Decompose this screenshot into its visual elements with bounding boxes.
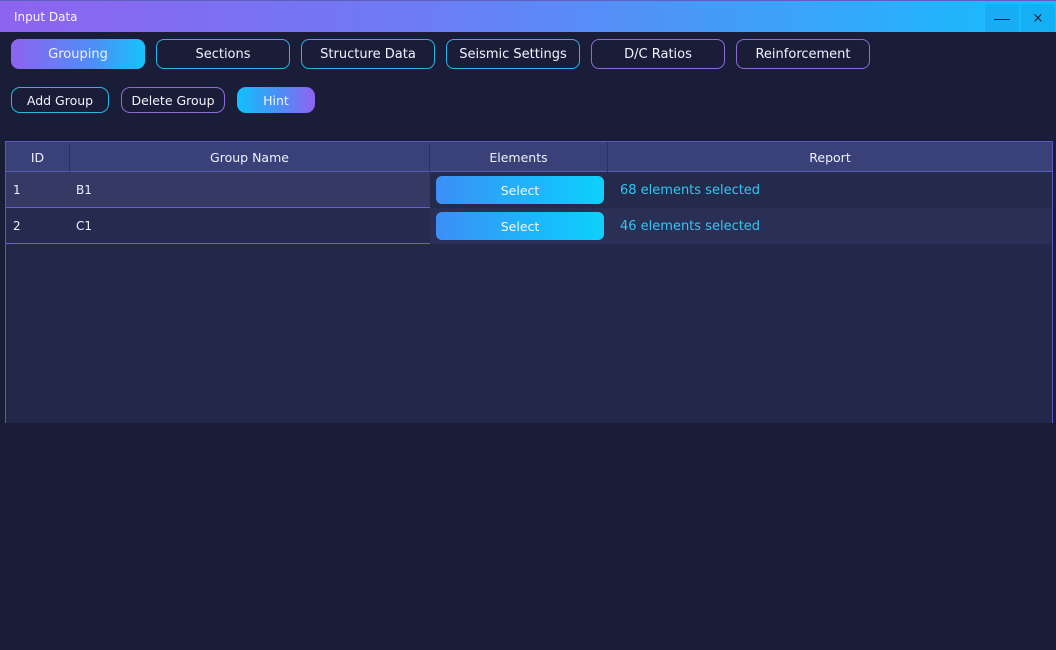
column-header-elements[interactable]: Elements	[430, 142, 608, 172]
tab-seismic-settings[interactable]: Seismic Settings	[446, 39, 580, 69]
close-icon: ×	[1032, 10, 1044, 26]
row-selected-cells: 1 B1	[6, 172, 430, 208]
minimize-icon	[994, 18, 1010, 20]
tab-grouping[interactable]: Grouping	[11, 39, 145, 69]
row-right-cells: Select 46 elements selected	[430, 208, 1052, 244]
tab-sections[interactable]: Sections	[156, 39, 290, 69]
cell-group-name[interactable]: C1	[76, 208, 92, 244]
cell-report: 46 elements selected	[620, 218, 761, 234]
tab-reinforcement[interactable]: Reinforcement	[736, 39, 870, 69]
column-header-group-name[interactable]: Group Name	[70, 142, 430, 172]
table-row[interactable]: 1 B1 Select 68 elements selected	[6, 172, 1052, 208]
row-selected-cells: 2 C1	[6, 208, 430, 244]
minimize-button[interactable]	[985, 4, 1019, 32]
table-row[interactable]: 2 C1 Select 46 elements selected	[6, 208, 1052, 244]
column-header-report[interactable]: Report	[608, 142, 1052, 172]
add-group-button[interactable]: Add Group	[11, 87, 109, 113]
close-button[interactable]: ×	[1021, 4, 1055, 32]
select-elements-button[interactable]: Select	[436, 212, 604, 240]
cell-id: 2	[13, 219, 21, 233]
groups-table: ID Group Name Elements Report 1 B1 Selec…	[5, 141, 1053, 423]
row-right-cells: Select 68 elements selected	[430, 172, 1052, 208]
select-elements-button[interactable]: Select	[436, 176, 604, 204]
cell-id: 1	[13, 183, 21, 197]
table-header: ID Group Name Elements Report	[6, 142, 1052, 172]
tab-structure-data[interactable]: Structure Data	[301, 39, 435, 69]
window-title: Input Data	[14, 10, 78, 24]
cell-group-name[interactable]: B1	[76, 172, 92, 208]
cell-report: 68 elements selected	[620, 182, 761, 198]
title-bar: Input Data ×	[0, 0, 1056, 32]
tab-dc-ratios[interactable]: D/C Ratios	[591, 39, 725, 69]
hint-button[interactable]: Hint	[237, 87, 315, 113]
column-header-id[interactable]: ID	[6, 142, 70, 172]
delete-group-button[interactable]: Delete Group	[121, 87, 225, 113]
